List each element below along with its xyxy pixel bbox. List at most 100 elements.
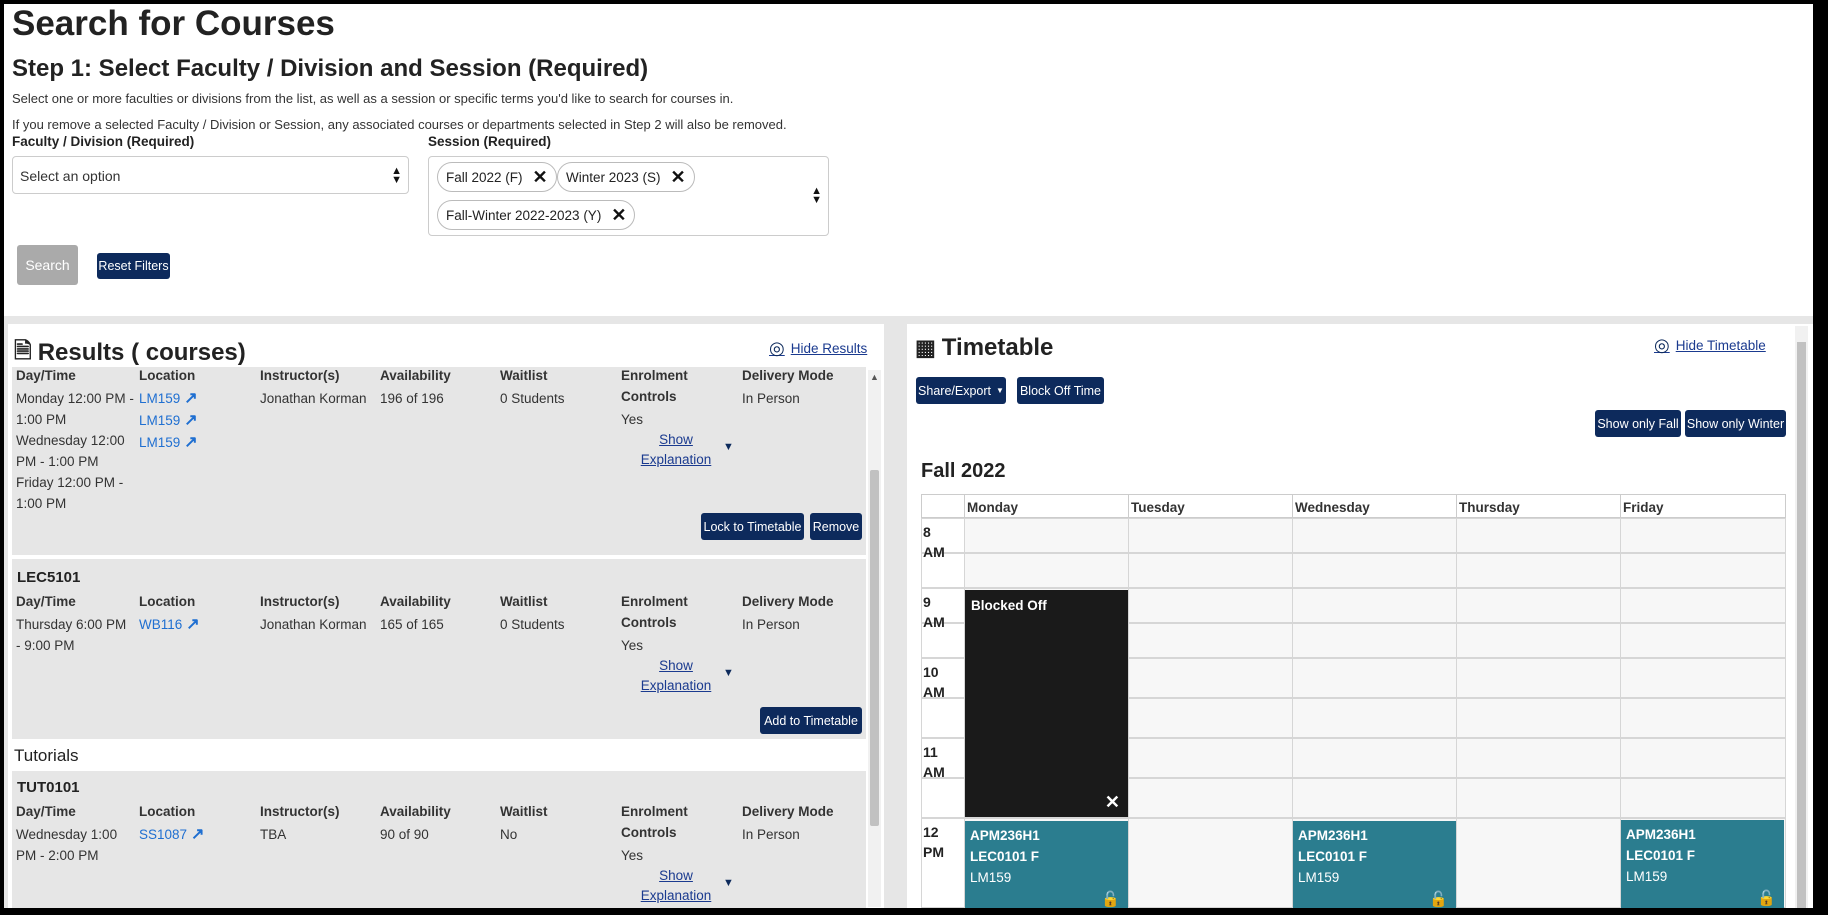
course-event-wednesday[interactable]: APM236H1 LEC0101 F LM159 🔓 xyxy=(1293,821,1456,908)
block-off-time-button[interactable]: Block Off Time xyxy=(1017,377,1104,404)
chip-label: Fall 2022 (F) xyxy=(446,169,523,185)
results-scrollbar[interactable]: ▲ xyxy=(868,370,881,907)
col-enrolment: Enrolment Controls xyxy=(621,594,688,630)
course-event-friday[interactable]: APM236H1 LEC0101 F LM159 🔓 xyxy=(1621,820,1784,908)
faculty-label: Faculty / Division (Required) xyxy=(12,134,195,149)
event-room: LM159 xyxy=(970,870,1012,885)
unlock-icon[interactable]: 🔓 xyxy=(1429,889,1448,908)
scroll-up-icon[interactable]: ▲ xyxy=(870,372,879,382)
grid-cell xyxy=(964,518,1129,553)
close-icon[interactable]: ✕ xyxy=(1105,792,1120,813)
instructor-value: TBA xyxy=(260,827,287,842)
grid-cell xyxy=(1292,518,1457,553)
timetable-panel: ▦ Timetable ◎ Hide Timetable Share/Expor… xyxy=(907,324,1813,908)
col-delivery: Delivery Mode xyxy=(742,368,834,383)
delivery-value: In Person xyxy=(742,827,800,842)
grid-cell xyxy=(1620,778,1786,818)
remove-button[interactable]: Remove xyxy=(810,513,862,540)
caret-down-icon: ▼ xyxy=(996,386,1004,395)
caret-down-icon[interactable]: ▼ xyxy=(723,441,734,453)
show-explanation-link[interactable]: Show Explanation xyxy=(631,656,721,696)
grid-cell xyxy=(1620,623,1786,658)
scrollbar-thumb[interactable] xyxy=(870,470,879,826)
hide-results-link[interactable]: ◎ Hide Results xyxy=(769,338,867,359)
event-room: LM159 xyxy=(1626,869,1668,884)
hide-timetable-link[interactable]: ◎ Hide Timetable xyxy=(1654,335,1766,356)
grid-cell xyxy=(1128,553,1293,588)
col-day-time: Day/Time xyxy=(16,368,76,383)
close-icon[interactable]: ✕ xyxy=(671,167,686,188)
availability-value: 196 of 196 xyxy=(380,391,444,406)
day-header-friday: Friday xyxy=(1620,494,1786,518)
col-delivery: Delivery Mode xyxy=(742,804,834,819)
timetable-scrollbar[interactable] xyxy=(1795,326,1808,908)
show-only-winter-button[interactable]: Show only Winter xyxy=(1685,410,1786,437)
location-link[interactable]: LM159 ↗ xyxy=(139,388,198,408)
show-explanation-link[interactable]: Show Explanation xyxy=(631,430,721,470)
timetable-title: ▦ Timetable xyxy=(915,334,1053,362)
app-frame: Search for Courses Step 1: Select Facult… xyxy=(4,4,1813,908)
unlock-icon[interactable]: 🔓 xyxy=(1757,888,1776,908)
share-export-button[interactable]: Share/Export ▼ xyxy=(916,377,1006,404)
col-availability: Availability xyxy=(380,594,451,609)
section-card: TUT0101 Day/Time Location Instructor(s) … xyxy=(12,771,866,908)
eye-slash-icon: ◎ xyxy=(769,338,785,358)
grid-cell xyxy=(1456,698,1621,738)
col-enrolment: Enrolment Controls xyxy=(621,368,688,404)
grid-cell xyxy=(1292,623,1457,658)
day-header-tuesday: Tuesday xyxy=(1128,494,1293,518)
search-panel: Search for Courses Step 1: Select Facult… xyxy=(4,4,1813,316)
delivery-value: In Person xyxy=(742,617,800,632)
show-only-fall-button[interactable]: Show only Fall xyxy=(1595,410,1681,437)
session-label: Session (Required) xyxy=(428,134,552,149)
timetable-title-text: Timetable xyxy=(941,334,1054,361)
updown-icon: ▲ ▼ xyxy=(391,165,402,186)
enrolment-value: Yes xyxy=(621,848,644,863)
calendar-icon: ▦ xyxy=(915,335,936,360)
col-instructor: Instructor(s) xyxy=(260,804,340,819)
session-chip-winter[interactable]: Winter 2023 (S) ✕ xyxy=(557,162,695,192)
external-link-icon: ↗ xyxy=(184,390,198,407)
course-event-monday[interactable]: APM236H1 LEC0101 F LM159 🔓 xyxy=(965,821,1128,908)
waitlist-value: 0 Students xyxy=(500,391,565,406)
session-chip-fall[interactable]: Fall 2022 (F) ✕ xyxy=(437,162,557,192)
caret-down-icon[interactable]: ▼ xyxy=(723,667,734,679)
grid-cell xyxy=(1620,658,1786,698)
close-icon[interactable]: ✕ xyxy=(611,205,626,226)
caret-down-icon[interactable]: ▼ xyxy=(723,877,734,889)
lock-to-timetable-button[interactable]: Lock to Timetable xyxy=(701,513,804,540)
day-time-value: Monday 12:00 PM - 1:00 PM Wednesday 12:0… xyxy=(16,391,134,511)
reset-filters-button[interactable]: Reset Filters xyxy=(97,253,170,279)
location-link[interactable]: WB116 ↗ xyxy=(139,614,200,634)
day-time-value: Thursday 6:00 PM - 9:00 PM xyxy=(16,617,127,653)
grid-cell xyxy=(1128,818,1293,908)
scrollbar-thumb[interactable] xyxy=(1797,342,1806,908)
grid-cell xyxy=(1456,738,1621,778)
location-link[interactable]: SS1087 ↗ xyxy=(139,824,204,844)
faculty-select[interactable]: Select an option ▲ ▼ xyxy=(12,156,409,194)
eye-slash-icon: ◎ xyxy=(1654,335,1670,355)
show-explanation-link[interactable]: Show Explanation xyxy=(631,866,721,906)
section-name: TUT0101 xyxy=(17,779,80,796)
location-link[interactable]: LM159 ↗ xyxy=(139,410,198,430)
results-list[interactable]: Day/Time Location Instructor(s) Availabi… xyxy=(8,367,866,908)
col-instructor: Instructor(s) xyxy=(260,594,340,609)
col-delivery: Delivery Mode xyxy=(742,594,834,609)
grid-cell xyxy=(1620,588,1786,623)
grid-cell xyxy=(964,553,1129,588)
blocked-off-event[interactable]: Blocked Off ✕ xyxy=(965,590,1128,817)
col-instructor: Instructor(s) xyxy=(260,368,340,383)
col-availability: Availability xyxy=(380,804,451,819)
col-enrolment: Enrolment Controls xyxy=(621,804,688,840)
close-icon[interactable]: ✕ xyxy=(533,167,548,188)
unlock-icon[interactable]: 🔓 xyxy=(1101,889,1120,908)
location-link[interactable]: LM159 ↗ xyxy=(139,432,198,452)
external-link-icon: ↗ xyxy=(186,616,200,633)
tutorials-heading: Tutorials xyxy=(12,740,866,770)
add-to-timetable-button[interactable]: Add to Timetable xyxy=(760,707,862,734)
search-button[interactable]: Search xyxy=(17,245,78,285)
day-header-monday: Monday xyxy=(964,494,1129,518)
grid-corner xyxy=(921,494,965,518)
session-chip-fall-winter[interactable]: Fall-Winter 2022-2023 (Y) ✕ xyxy=(437,200,636,230)
hour-label: 12 PM xyxy=(923,824,944,860)
